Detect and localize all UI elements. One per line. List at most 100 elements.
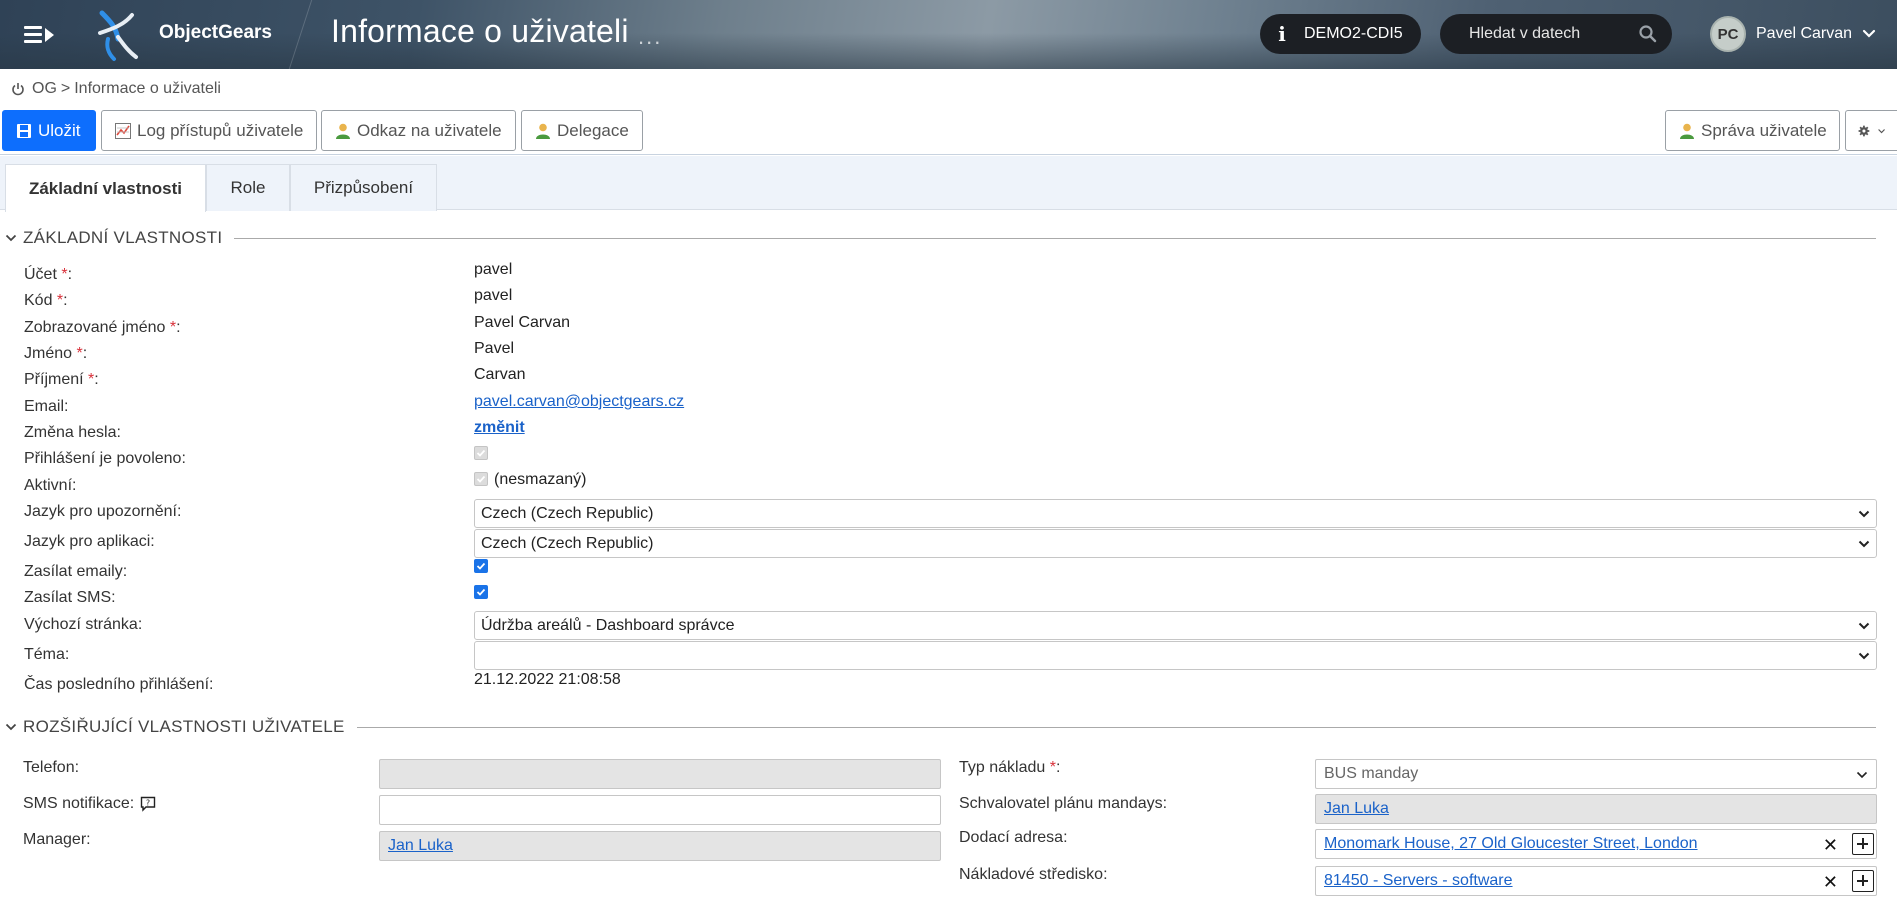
cost-center-field: 81450 - Servers - software ✕ xyxy=(1315,866,1877,896)
manager-label: Manager: xyxy=(23,831,91,848)
active-checkbox[interactable] xyxy=(474,472,488,486)
display-name-value: Pavel Carvan xyxy=(474,314,571,331)
info-icon: i xyxy=(1278,22,1286,46)
send-emails-label: Zasílat emaily: xyxy=(24,563,128,580)
section-extended-header[interactable]: ROZŠIŘUJÍCÍ VLASTNOSTI UŽIVATELE xyxy=(0,715,1897,739)
clear-icon[interactable]: ✕ xyxy=(1823,872,1838,893)
chevron-down-icon xyxy=(5,723,17,731)
account-label: Účet *: xyxy=(24,266,72,284)
login-allowed-checkbox[interactable] xyxy=(474,446,488,460)
add-icon[interactable] xyxy=(1852,870,1874,892)
cost-type-value: BUS manday xyxy=(1324,765,1419,782)
manager-link[interactable]: Jan Luka xyxy=(388,837,453,855)
objectgears-logo[interactable] xyxy=(88,7,144,63)
app-language-label: Jazyk pro aplikaci: xyxy=(24,533,155,550)
save-icon xyxy=(17,123,31,138)
user-link-button[interactable]: Odkaz na uživatele xyxy=(321,110,516,151)
menu-toggle-button[interactable] xyxy=(24,24,56,46)
toolbar: Uložit Log přístupů uživatele Odkaz na u… xyxy=(0,109,1897,153)
settings-button[interactable] xyxy=(1845,110,1897,151)
phone-label: Telefon: xyxy=(23,759,80,776)
app-language-value: Czech (Czech Republic) xyxy=(481,534,654,552)
display-name-label-text: Zobrazované jméno xyxy=(24,319,166,336)
label-colon: : xyxy=(94,371,99,388)
user-link-label: Odkaz na uživatele xyxy=(357,120,502,140)
chevron-down-icon xyxy=(1856,771,1868,779)
gear-icon xyxy=(1858,125,1870,136)
chevron-down-icon xyxy=(1858,510,1870,518)
breadcrumb: OG > Informace o uživateli xyxy=(11,80,221,98)
delivery-address-link[interactable]: Monomark House, 27 Old Gloucester Street… xyxy=(1324,835,1698,853)
cost-center-link[interactable]: 81450 - Servers - software xyxy=(1324,872,1513,890)
user-name: Pavel Carvan xyxy=(1756,25,1853,42)
help-comment-icon[interactable]: ? xyxy=(140,796,156,812)
phone-input[interactable] xyxy=(379,759,941,789)
section-basic-title: ZÁKLADNÍ VLASTNOSTI xyxy=(23,228,223,247)
account-value: pavel xyxy=(474,261,513,278)
tab-basic-properties[interactable]: Základní vlastnosti xyxy=(5,164,206,212)
chevron-down-icon xyxy=(1858,540,1870,548)
user-icon xyxy=(536,123,550,139)
last-name-value: Carvan xyxy=(474,366,526,383)
manager-field: Jan Luka xyxy=(379,831,941,861)
power-icon xyxy=(12,83,24,96)
section-divider xyxy=(234,237,1876,239)
send-emails-checkbox[interactable] xyxy=(474,559,488,573)
change-password-link[interactable]: změnit xyxy=(474,419,525,436)
first-name-label-text: Jméno xyxy=(24,345,73,362)
approver-link[interactable]: Jan Luka xyxy=(1324,800,1389,818)
user-icon xyxy=(1680,123,1694,139)
section-extended-title: ROZŠIŘUJÍCÍ VLASTNOSTI UŽIVATELE xyxy=(23,717,345,736)
toolbar-divider xyxy=(0,154,1897,155)
svg-text:?: ? xyxy=(146,799,150,808)
code-label-text: Kód xyxy=(24,292,53,309)
email-link[interactable]: pavel.carvan@objectgears.cz xyxy=(474,393,684,410)
save-button[interactable]: Uložit xyxy=(2,110,96,151)
send-sms-label: Zasílat SMS: xyxy=(24,589,116,606)
notify-language-select[interactable]: Czech (Czech Republic) xyxy=(474,499,1877,528)
tab-roles[interactable]: Role xyxy=(206,164,290,211)
sms-notify-label: SMS notifikace: xyxy=(23,795,135,812)
tab-customization[interactable]: Přizpůsobení xyxy=(290,164,437,211)
search-icon[interactable] xyxy=(1638,24,1658,44)
page-title: Informace o uživateli xyxy=(331,13,629,49)
theme-label: Téma: xyxy=(24,646,70,663)
account-label-text: Účet xyxy=(24,266,57,283)
theme-select[interactable] xyxy=(474,641,1877,670)
sms-notify-input[interactable] xyxy=(379,795,941,825)
environment-label: DEMO2-CDI5 xyxy=(1304,25,1403,42)
section-basic-header[interactable]: ZÁKLADNÍ VLASTNOSTI xyxy=(0,226,1897,250)
sms-notify-label-row: SMS notifikace: ? xyxy=(23,795,156,813)
send-sms-checkbox[interactable] xyxy=(474,585,488,599)
access-log-button[interactable]: Log přístupů uživatele xyxy=(101,110,317,151)
cost-type-label-text: Typ nákladu xyxy=(959,759,1046,776)
cost-type-select[interactable]: BUS manday xyxy=(1315,759,1877,789)
section-divider xyxy=(356,726,1876,728)
user-admin-label: Správa uživatele xyxy=(1701,120,1827,140)
delivery-address-label: Dodací adresa: xyxy=(959,829,1068,846)
title-more-icon[interactable]: ... xyxy=(638,24,662,50)
breadcrumb-current: Informace o uživateli xyxy=(74,80,221,97)
breadcrumb-root[interactable]: OG xyxy=(32,80,57,98)
app-language-select[interactable]: Czech (Czech Republic) xyxy=(474,529,1877,558)
environment-badge[interactable]: i DEMO2-CDI5 xyxy=(1260,14,1421,54)
clear-icon[interactable]: ✕ xyxy=(1823,835,1838,856)
active-label: Aktivní: xyxy=(24,477,77,494)
label-colon: : xyxy=(176,319,181,336)
last-name-label: Příjmení *: xyxy=(24,371,99,389)
default-page-select[interactable]: Údržba areálů - Dashboard správce xyxy=(474,611,1877,640)
chevron-down-icon xyxy=(1858,652,1870,660)
chevron-down-icon xyxy=(1862,29,1876,38)
expand-arrow-icon xyxy=(45,28,54,42)
save-label: Uložit xyxy=(38,120,81,140)
email-value: pavel.carvan@objectgears.cz xyxy=(474,393,684,411)
code-label: Kód *: xyxy=(24,292,68,310)
delegation-button[interactable]: Delegace xyxy=(521,110,643,151)
add-icon[interactable] xyxy=(1852,833,1874,855)
user-admin-button[interactable]: Správa uživatele xyxy=(1665,110,1840,151)
chart-log-icon xyxy=(115,122,131,139)
user-menu[interactable]: PC Pavel Carvan xyxy=(1710,13,1876,55)
notify-language-value: Czech (Czech Republic) xyxy=(481,504,654,522)
user-icon xyxy=(336,123,350,139)
search-input[interactable]: Hledat v datech xyxy=(1440,14,1672,54)
